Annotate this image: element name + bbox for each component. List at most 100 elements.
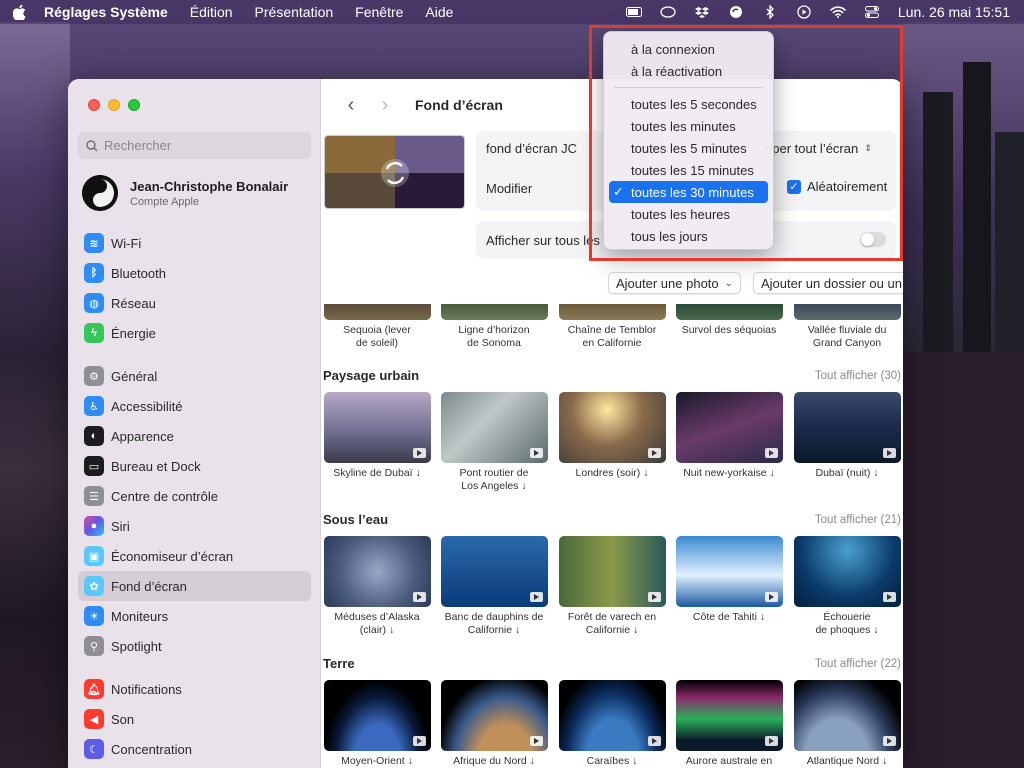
wallpaper-tile[interactable] — [794, 392, 901, 463]
wallpaper-tile[interactable] — [441, 536, 548, 607]
account-row[interactable]: Jean-Christophe Bonalair Compte Apple — [82, 173, 312, 213]
sidebar-item-label: Centre de contrôle — [111, 488, 218, 504]
sidebar-item-sound[interactable]: ◀︎ Son — [78, 704, 311, 734]
account-subtitle: Compte Apple — [130, 195, 200, 208]
close-button[interactable] — [88, 99, 100, 111]
sidebar-nav: ≋ Wi-Fi ᛒ Bluetooth ◍ Réseau ϟ Énergie ⚙ Géné… — [78, 228, 311, 764]
sidebar-item-focus[interactable]: ☾ Concentration — [78, 734, 311, 764]
bluetooth-icon: ᛒ — [84, 263, 104, 283]
menu-item-5-seconds[interactable]: toutes les 5 secondes — [609, 93, 768, 115]
wallpaper-tile[interactable] — [324, 392, 431, 463]
sidebar-item-notifications[interactable]: 🔔︎ Notifications — [78, 674, 311, 704]
wallpaper-tile[interactable] — [559, 680, 666, 751]
wallpaper-tile[interactable] — [559, 304, 666, 320]
tile-caption: Banc de dauphins de Californie ↓ — [444, 611, 544, 636]
menu-bar: Réglages Système Édition Présentation Fe… — [0, 0, 1024, 24]
fit-screen-popup[interactable]: uper tout l’écran ⇕ — [765, 141, 872, 156]
menu-item-1-minute[interactable]: toutes les minutes — [609, 115, 768, 137]
wallpaper-tile[interactable] — [794, 536, 901, 607]
menu-item-30-minutes[interactable]: ✓ toutes les 30 minutes — [609, 181, 768, 203]
menu-clock[interactable]: Lun. 26 mai 15:51 — [898, 4, 1010, 20]
settings-window: Rechercher Jean-Christophe Bonalair Comp… — [68, 79, 903, 768]
menu-item-hourly[interactable]: toutes les heures — [609, 203, 768, 225]
sidebar-item-network[interactable]: ◍ Réseau — [78, 288, 311, 318]
dropbox-icon[interactable] — [694, 5, 710, 19]
sidebar-item-appearance[interactable]: ◐ Apparence — [78, 421, 311, 451]
menu-help[interactable]: Aide — [425, 4, 453, 20]
sidebar-item-displays[interactable]: ☀ Moniteurs — [78, 601, 311, 631]
wallpaper-tile[interactable] — [324, 536, 431, 607]
menu-item-on-login[interactable]: à la connexion — [609, 38, 768, 60]
wallpaper-tile[interactable] — [441, 304, 548, 320]
sidebar-item-siri[interactable]: ● Siri — [78, 511, 311, 541]
add-photo-button[interactable]: Ajouter une photo ⌄ — [608, 272, 742, 294]
menu-window[interactable]: Fenêtre — [355, 4, 403, 20]
updown-chevron-icon: ⇕ — [864, 143, 872, 153]
tile-caption: Aurore australe en — [685, 755, 773, 767]
search-field[interactable]: Rechercher — [78, 132, 311, 159]
wallpaper-tile[interactable] — [794, 680, 901, 751]
sidebar-item-wifi[interactable]: ≋ Wi-Fi — [78, 228, 311, 258]
play-status-icon[interactable] — [796, 5, 812, 19]
sidebar-item-general[interactable]: ⚙ Général — [78, 361, 311, 391]
menu-item-15-minutes[interactable]: toutes les 15 minutes — [609, 159, 768, 181]
bluetooth-icon[interactable] — [762, 5, 778, 19]
wallpaper-tile[interactable] — [676, 392, 783, 463]
sidebar-item-label: Spotlight — [111, 638, 162, 654]
wallpaper-tile[interactable] — [441, 680, 548, 751]
show-all-cityscape[interactable]: Tout afficher (30) — [815, 370, 901, 382]
section-title-earth: Terre — [323, 656, 355, 671]
sidebar-item-energy[interactable]: ϟ Énergie — [78, 318, 311, 348]
battery-icon[interactable] — [625, 5, 642, 19]
video-icon — [413, 592, 426, 602]
wallpaper-tile[interactable] — [559, 536, 666, 607]
menu-edit[interactable]: Édition — [190, 4, 233, 20]
back-chevron-icon[interactable]: ‹ — [339, 93, 363, 117]
speaker-icon: ◀︎ — [84, 709, 104, 729]
search-icon — [86, 139, 98, 151]
apple-menu-icon[interactable] — [12, 4, 26, 20]
forward-chevron-icon[interactable]: › — [373, 93, 397, 117]
wallpaper-tile[interactable] — [676, 304, 783, 320]
nas-status-icon[interactable] — [660, 5, 676, 19]
sidebar-item-label: Wi-Fi — [111, 235, 142, 251]
random-checkbox[interactable]: ✓ Aléatoirement — [787, 179, 887, 194]
wallpaper-tile[interactable] — [441, 392, 548, 463]
minimize-button[interactable] — [108, 99, 120, 111]
sync-icon[interactable] — [728, 5, 744, 19]
sidebar-item-desktop-dock[interactable]: ▭ Bureau et Dock — [78, 451, 311, 481]
menu-item-on-wake[interactable]: à la réactivation — [609, 60, 768, 82]
wallpaper-tile[interactable] — [324, 304, 431, 320]
show-all-underwater[interactable]: Tout afficher (21) — [815, 514, 901, 526]
menu-view[interactable]: Présentation — [255, 4, 334, 20]
sidebar-item-wallpaper[interactable]: ✿ Fond d’écran — [78, 571, 311, 601]
sidebar-item-screensaver[interactable]: ▣ Économiseur d’écran — [78, 541, 311, 571]
magnifier-icon: ⚲ — [84, 636, 104, 656]
add-folder-button[interactable]: Ajouter un dossier ou un album⌄ — [753, 272, 903, 294]
wallpaper-tile[interactable] — [676, 536, 783, 607]
wifi-icon[interactable] — [830, 5, 846, 19]
menu-item-5-minutes[interactable]: toutes les 5 minutes — [609, 137, 768, 159]
wallpaper-tile[interactable] — [324, 680, 431, 751]
sidebar-item-accessibility[interactable]: ♿ Accessibilité — [78, 391, 311, 421]
wallpaper-tile[interactable] — [794, 304, 901, 320]
tile-caption: Londres (soir) ↓ — [575, 467, 649, 479]
tile-caption: Vallée fluviale du Grand Canyon — [807, 324, 887, 349]
chevron-down-icon: ⌄ — [724, 277, 734, 289]
control-center-icon[interactable] — [864, 5, 880, 19]
wallpaper-tile[interactable] — [676, 680, 783, 751]
show-all-earth[interactable]: Tout afficher (22) — [815, 658, 901, 670]
tile-caption: Chaîne de Temblor en Californie — [567, 324, 657, 349]
video-icon — [413, 736, 426, 746]
sidebar-item-bluetooth[interactable]: ᛒ Bluetooth — [78, 258, 311, 288]
sidebar-item-label: Accessibilité — [111, 398, 183, 414]
menu-app-name[interactable]: Réglages Système — [44, 4, 168, 20]
wallpaper-tile[interactable] — [559, 392, 666, 463]
video-icon — [413, 448, 426, 458]
sidebar-item-control-center[interactable]: ☰ Centre de contrôle — [78, 481, 311, 511]
sidebar-item-spotlight[interactable]: ⚲ Spotlight — [78, 631, 311, 661]
zoom-button[interactable] — [128, 99, 140, 111]
sidebar-item-label: Moniteurs — [111, 608, 169, 624]
menu-item-daily[interactable]: tous les jours — [609, 225, 768, 247]
all-spaces-toggle[interactable] — [860, 232, 886, 247]
